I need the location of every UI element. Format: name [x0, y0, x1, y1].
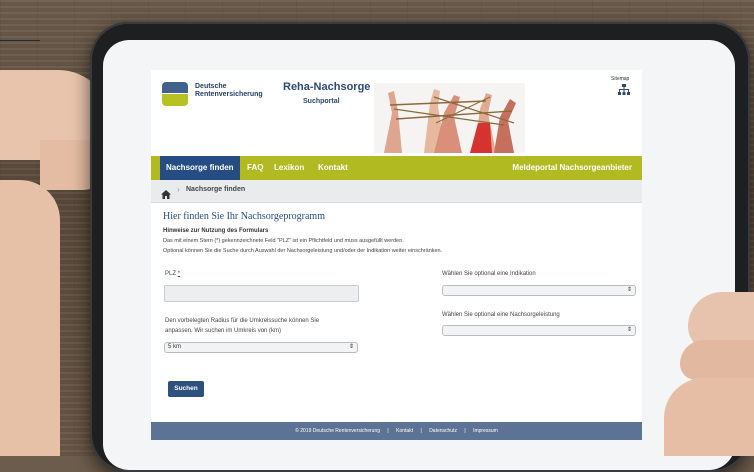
- nav-item-nachsorge-finden[interactable]: Nachsorge finden: [160, 156, 240, 180]
- site-footer: © 2019 Deutsche Rentenversicherung | Kon…: [151, 422, 642, 440]
- plz-label: PLZ *: [165, 271, 180, 277]
- plz-required-mark: *: [177, 271, 181, 277]
- radius-text-line1: Den vorbelegten Radius für die Umkreissu…: [165, 318, 320, 324]
- select-arrow-icon: ⇕: [626, 287, 632, 293]
- logo-line2: Rentenversicherung: [195, 91, 263, 98]
- footer-link-datenschutz[interactable]: Datenschutz: [429, 428, 457, 434]
- indikation-label: Wählen Sie optional eine Indikation: [442, 271, 536, 277]
- page-title: Hier finden Sie Ihr Nachsorgeprogramm: [163, 211, 325, 222]
- main-nav: Nachsorge finden FAQ Lexikon Kontakt Mel…: [151, 156, 642, 180]
- radius-select[interactable]: 5 km ⇕: [164, 342, 358, 353]
- leistung-select[interactable]: ⇕: [442, 325, 636, 336]
- footer-copyright: © 2019 Deutsche Rentenversicherung: [295, 428, 381, 434]
- nav-item-lexikon[interactable]: Lexikon: [268, 156, 310, 180]
- logo-text[interactable]: Deutsche Rentenversicherung: [195, 83, 275, 99]
- plz-label-text: PLZ: [165, 271, 177, 277]
- hint-line-2: Optional können Sie die Suche durch Ausw…: [163, 248, 443, 254]
- indikation-select[interactable]: ⇕: [442, 285, 636, 296]
- browser-screen: Deutsche Rentenversicherung Reha-Nachsor…: [151, 70, 642, 440]
- leistung-label: Wählen Sie optional eine Nachsorgeleistu…: [442, 312, 560, 318]
- nav-item-kontakt[interactable]: Kontakt: [312, 156, 354, 180]
- footer-separator: |: [420, 428, 422, 434]
- footer-link-kontakt[interactable]: Kontakt: [396, 428, 413, 434]
- hint-heading: Hinweise zur Nutzung des Formulars: [163, 228, 269, 234]
- site-title: Reha-Nachsorge: [283, 81, 371, 93]
- logo-line1: Deutsche: [195, 83, 227, 90]
- sitemap-icon[interactable]: [618, 83, 630, 95]
- site-subtitle: Suchportal: [303, 98, 340, 105]
- footer-separator: |: [464, 428, 466, 434]
- sitemap-link[interactable]: Sitemap: [611, 76, 629, 82]
- breadcrumb-current: Nachsorge finden: [186, 186, 246, 193]
- radius-text-line2: anpassen. Wir suchen im Umkreis von (km): [165, 328, 282, 334]
- nav-item-faq[interactable]: FAQ: [241, 156, 269, 180]
- select-arrow-icon: ⇕: [626, 327, 632, 333]
- drv-logo[interactable]: [162, 82, 188, 106]
- radius-select-value: 5 km: [168, 344, 182, 350]
- footer-link-impressum[interactable]: Impressum: [473, 428, 498, 434]
- hero-image-hands-with-string: [374, 83, 525, 153]
- site-header: Deutsche Rentenversicherung Reha-Nachsor…: [151, 70, 642, 156]
- search-button[interactable]: Suchen: [168, 381, 204, 397]
- footer-separator: |: [387, 428, 389, 434]
- decorative-line: [0, 40, 40, 41]
- breadcrumb-separator-icon: ›: [177, 185, 180, 194]
- home-icon[interactable]: [161, 186, 171, 199]
- plz-input[interactable]: [164, 285, 359, 302]
- hint-line-1: Das mit einem Stern (*) gekennzeichnete …: [163, 238, 404, 244]
- select-arrow-icon: ⇕: [348, 344, 354, 350]
- breadcrumb: › Nachsorge finden: [151, 180, 642, 203]
- nav-link-meldeportal[interactable]: Meldeportal Nachsorgeanbieter: [506, 156, 638, 180]
